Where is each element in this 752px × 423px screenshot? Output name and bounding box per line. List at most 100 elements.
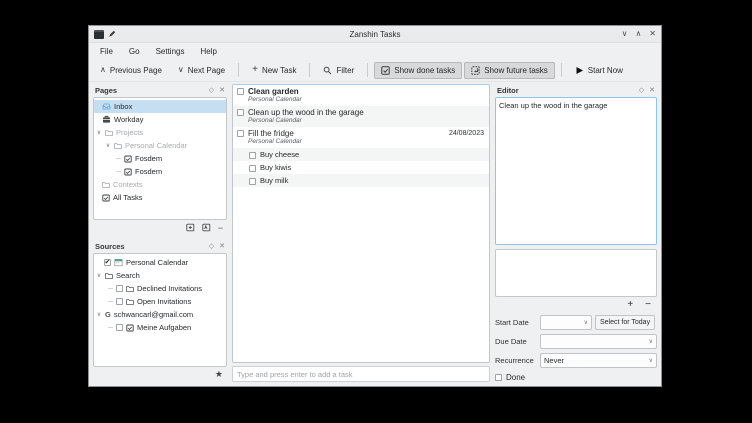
future-tasks-icon xyxy=(471,66,480,75)
window-title: Zanshin Tasks xyxy=(89,30,661,39)
task-checkbox[interactable] xyxy=(237,109,244,116)
inbox-icon xyxy=(102,102,111,111)
default-source-icon[interactable] xyxy=(215,369,223,380)
show-done-tasks-toggle[interactable]: Show done tasks xyxy=(374,62,462,79)
task-row[interactable]: Buy kiwis xyxy=(233,161,489,174)
source-checkbox[interactable] xyxy=(116,285,123,292)
sidebar-item-contexts[interactable]: Contexts xyxy=(94,178,226,191)
done-row: Done xyxy=(495,373,657,382)
select-for-today-button[interactable]: Select for Today xyxy=(595,315,655,330)
chevron-down-icon xyxy=(178,66,184,74)
close-panel-icon[interactable] xyxy=(649,87,655,94)
sidebar-item-fosdem-1[interactable]: Fosdem xyxy=(94,152,226,165)
task-icon xyxy=(124,155,132,163)
task-row[interactable]: Clean up the wood in the garage Personal… xyxy=(233,106,489,127)
tree-branch xyxy=(108,288,113,289)
task-row[interactable]: Fill the fridge Personal Calendar 24/08/… xyxy=(233,127,489,148)
next-page-button[interactable]: Next Page xyxy=(171,62,232,79)
chevron-down-icon xyxy=(649,357,653,364)
remove-page-icon[interactable] xyxy=(218,223,223,233)
expander-icon[interactable] xyxy=(105,143,111,149)
menu-go[interactable]: Go xyxy=(122,45,147,58)
maximize-icon[interactable] xyxy=(635,30,641,38)
toolbar-separator xyxy=(367,63,368,77)
source-checkbox[interactable] xyxy=(116,324,123,331)
task-row[interactable]: Buy cheese xyxy=(233,148,489,161)
task-text-editor[interactable]: Clean up the wood in the garage xyxy=(495,97,657,245)
menu-help[interactable]: Help xyxy=(193,45,223,58)
add-attachment-icon[interactable] xyxy=(627,300,633,310)
recurrence-row: Recurrence Never xyxy=(495,353,657,368)
remove-attachment-icon[interactable] xyxy=(645,300,651,310)
sidebar-item-projects[interactable]: Projects xyxy=(94,126,226,139)
task-checkbox[interactable] xyxy=(249,178,256,185)
sidebar-item-fosdem-2[interactable]: Fosdem xyxy=(94,165,226,178)
plus-icon xyxy=(252,66,258,74)
task-row[interactable]: Clean garden Personal Calendar xyxy=(233,85,489,106)
new-task-button[interactable]: New Task xyxy=(245,62,303,79)
expander-icon[interactable] xyxy=(96,130,102,136)
due-date-combobox[interactable] xyxy=(540,334,657,349)
source-item-search[interactable]: Search xyxy=(94,269,226,282)
zanshin-window: Zanshin Tasks File Go Settings Help Prev… xyxy=(88,25,662,387)
folder-icon xyxy=(105,272,113,280)
play-icon xyxy=(575,66,584,75)
toolbar: Previous Page Next Page New Task Filter … xyxy=(89,59,661,82)
chevron-down-icon xyxy=(649,338,653,345)
task-project: Personal Calendar xyxy=(248,117,364,125)
task-checkbox[interactable] xyxy=(249,152,256,159)
search-icon xyxy=(323,66,332,75)
close-panel-icon[interactable] xyxy=(219,87,225,94)
filter-button[interactable]: Filter xyxy=(316,62,361,79)
expander-icon[interactable] xyxy=(96,312,102,318)
add-context-icon[interactable] xyxy=(202,223,211,232)
folder-icon xyxy=(126,298,134,306)
due-date-row: Due Date xyxy=(495,334,657,349)
tree-branch xyxy=(116,171,121,172)
done-checkbox[interactable] xyxy=(495,374,502,381)
chevron-up-icon xyxy=(100,66,106,74)
source-item-gmail-account[interactable]: G schwancarl@gmail.com xyxy=(94,308,226,321)
recurrence-label: Recurrence xyxy=(495,356,537,365)
due-date-label: Due Date xyxy=(495,337,537,346)
sidebar-item-all-tasks[interactable]: All Tasks xyxy=(94,191,226,204)
sidebar-item-personal-calendar[interactable]: Personal Calendar xyxy=(94,139,226,152)
recurrence-combobox[interactable]: Never xyxy=(540,353,657,368)
float-panel-icon[interactable] xyxy=(209,243,214,250)
add-task-input[interactable] xyxy=(232,366,490,382)
task-checkbox[interactable] xyxy=(249,165,256,172)
close-icon[interactable] xyxy=(649,30,656,38)
float-panel-icon[interactable] xyxy=(209,87,214,94)
attachments-list[interactable] xyxy=(495,249,657,297)
minimize-icon[interactable] xyxy=(622,30,628,38)
close-panel-icon[interactable] xyxy=(219,243,225,250)
source-item-meine-aufgaben[interactable]: Meine Aufgaben xyxy=(94,321,226,334)
task-row[interactable]: Buy milk xyxy=(233,174,489,187)
start-now-button[interactable]: Start Now xyxy=(568,62,630,79)
sidebar-item-workday[interactable]: Workday xyxy=(94,113,226,126)
sources-panel-header: Sources xyxy=(93,240,227,253)
previous-page-button[interactable]: Previous Page xyxy=(93,62,169,79)
start-date-combobox[interactable] xyxy=(540,315,592,330)
folder-icon xyxy=(105,129,113,137)
menu-file[interactable]: File xyxy=(93,45,120,58)
source-item-personal-calendar[interactable]: Personal Calendar xyxy=(94,256,226,269)
expander-icon[interactable] xyxy=(96,273,102,279)
add-project-icon[interactable] xyxy=(186,223,195,232)
sources-tree: Personal Calendar Search Declined Invita… xyxy=(93,253,227,367)
float-panel-icon[interactable] xyxy=(639,87,644,94)
pages-panel-footer xyxy=(93,220,227,235)
source-checkbox[interactable] xyxy=(116,298,123,305)
source-checkbox[interactable] xyxy=(104,259,111,266)
task-title: Buy cheese xyxy=(260,150,299,159)
sidebar-item-inbox[interactable]: Inbox xyxy=(94,100,226,113)
task-checkbox[interactable] xyxy=(237,130,244,137)
start-date-label: Start Date xyxy=(495,318,537,327)
task-title: Clean up the wood in the garage xyxy=(248,108,364,117)
menu-settings[interactable]: Settings xyxy=(149,45,192,58)
task-title: Clean garden xyxy=(248,87,302,96)
source-item-open-invitations[interactable]: Open Invitations xyxy=(94,295,226,308)
show-future-tasks-toggle[interactable]: Show future tasks xyxy=(464,62,555,79)
source-item-declined-invitations[interactable]: Declined Invitations xyxy=(94,282,226,295)
task-checkbox[interactable] xyxy=(237,88,244,95)
